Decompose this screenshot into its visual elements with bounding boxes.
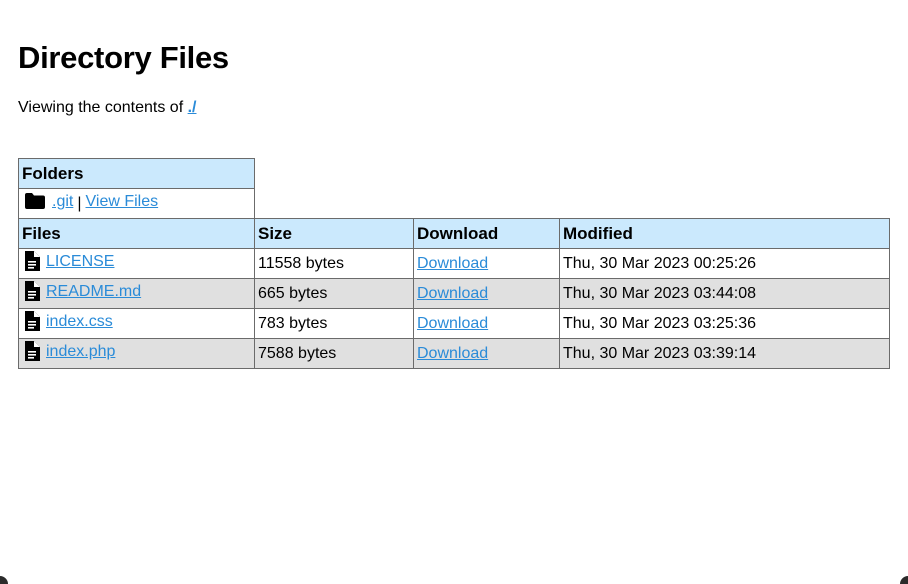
file-icon: [24, 341, 40, 366]
file-name-cell: README.md: [18, 278, 255, 309]
file-name-cell: LICENSE: [18, 248, 255, 279]
file-name-cell: index.php: [18, 338, 255, 369]
subtitle-prefix: Viewing the contents of: [18, 99, 188, 116]
subtitle: Viewing the contents of ./: [18, 98, 890, 118]
download-cell: Download: [413, 338, 560, 369]
file-size: 783 bytes: [254, 308, 414, 339]
file-link[interactable]: index.php: [46, 343, 115, 360]
download-cell: Download: [413, 308, 560, 339]
file-row: index.php 7588 bytes Download Thu, 30 Mar 2…: [18, 338, 890, 369]
folders-header: Folders: [18, 158, 255, 189]
file-link[interactable]: index.css: [46, 313, 113, 330]
size-header: Size: [254, 218, 414, 249]
file-link[interactable]: LICENSE: [46, 253, 114, 270]
folders-header-row: Folders: [18, 158, 890, 189]
file-row: README.md 665 bytes Download Thu, 30 Mar 20…: [18, 278, 890, 309]
file-size: 665 bytes: [254, 278, 414, 309]
page-title: Directory Files: [18, 40, 229, 75]
file-size: 11558 bytes: [254, 248, 414, 279]
window-corner-decoration: [0, 576, 908, 584]
folders-header-spacer: [255, 159, 890, 189]
file-row: index.css 783 bytes Download Thu, 30 Mar 20…: [18, 308, 890, 339]
view-files-link[interactable]: View Files: [86, 193, 159, 210]
download-cell: Download: [413, 248, 560, 279]
file-icon: [24, 251, 40, 276]
download-link[interactable]: Download: [417, 255, 488, 272]
file-icon: [24, 311, 40, 336]
modified-date: Thu, 30 Mar 2023 03:44:08: [559, 278, 890, 309]
modified-date: Thu, 30 Mar 2023 00:25:26: [559, 248, 890, 279]
file-name-cell: index.css: [18, 308, 255, 339]
folder-link-git[interactable]: .git: [52, 193, 73, 210]
file-icon: [24, 281, 40, 306]
current-path-link[interactable]: ./: [188, 99, 197, 116]
modified-date: Thu, 30 Mar 2023 03:39:14: [559, 338, 890, 369]
modified-date: Thu, 30 Mar 2023 03:25:36: [559, 308, 890, 339]
folder-icon: [24, 192, 46, 215]
download-link[interactable]: Download: [417, 285, 488, 302]
files-header: Files: [18, 218, 255, 249]
folder-cell: .git | View Files: [18, 188, 255, 219]
directory-table: Folders .git | View Files Files Size Downl…: [18, 158, 890, 369]
download-link[interactable]: Download: [417, 345, 488, 362]
modified-header: Modified: [559, 218, 890, 249]
download-header: Download: [413, 218, 560, 249]
files-header-row: Files Size Download Modified: [18, 218, 890, 249]
folder-separator: |: [77, 194, 82, 212]
file-row: LICENSE 11558 bytes Download Thu, 30 Mar 20…: [18, 248, 890, 279]
download-cell: Download: [413, 278, 560, 309]
file-link[interactable]: README.md: [46, 283, 141, 300]
folder-row-spacer: [255, 189, 890, 219]
folder-row: .git | View Files: [18, 188, 890, 219]
download-link[interactable]: Download: [417, 315, 488, 332]
directory-page: Directory Files Viewing the contents of …: [18, 38, 890, 369]
file-size: 7588 bytes: [254, 338, 414, 369]
